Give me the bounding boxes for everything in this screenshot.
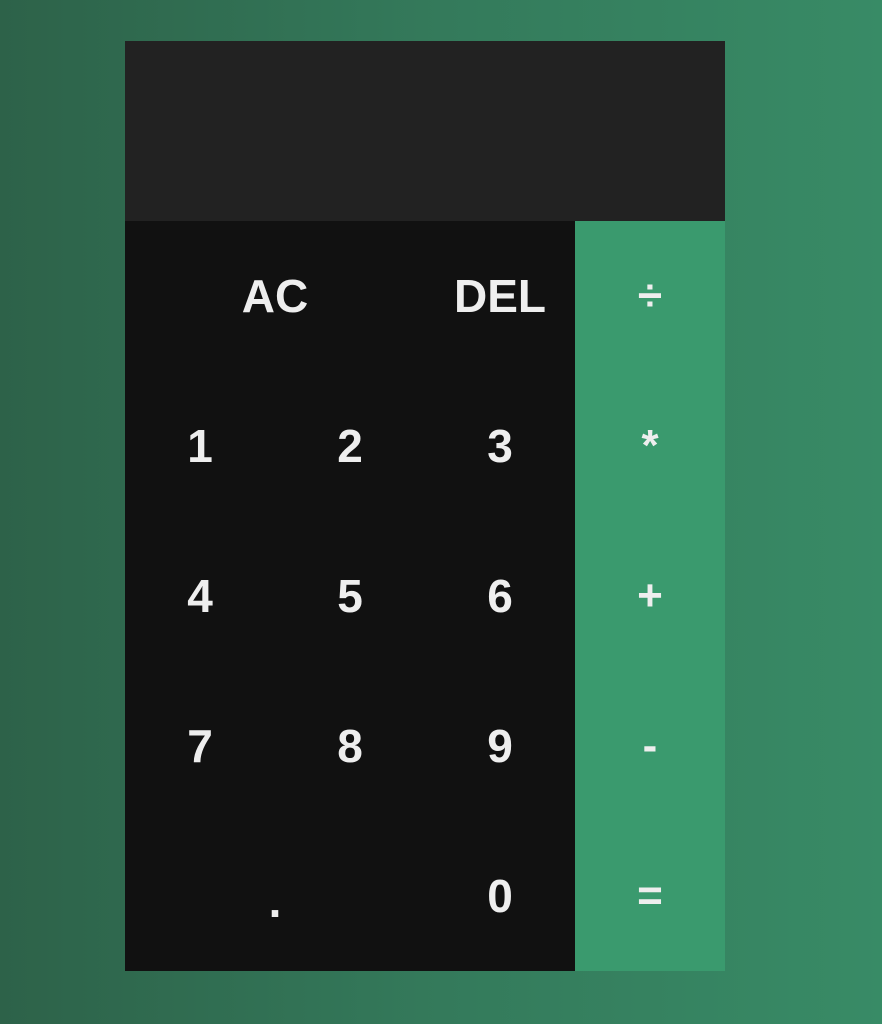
multiply-button[interactable]: * xyxy=(575,371,725,521)
digit-9-button[interactable]: 9 xyxy=(425,671,575,821)
delete-button[interactable]: DEL xyxy=(425,221,575,371)
equals-button[interactable]: = xyxy=(575,821,725,971)
digit-4-button[interactable]: 4 xyxy=(125,521,275,671)
digit-8-button[interactable]: 8 xyxy=(275,671,425,821)
digit-5-button[interactable]: 5 xyxy=(275,521,425,671)
subtract-button[interactable]: - xyxy=(575,671,725,821)
keypad: AC DEL ÷ 1 2 3 * 4 5 6 + 7 8 9 - . 0 = xyxy=(125,221,725,971)
digit-3-button[interactable]: 3 xyxy=(425,371,575,521)
calculator: AC DEL ÷ 1 2 3 * 4 5 6 + 7 8 9 - . 0 = xyxy=(125,41,725,971)
digit-1-button[interactable]: 1 xyxy=(125,371,275,521)
all-clear-button[interactable]: AC xyxy=(125,221,425,371)
add-button[interactable]: + xyxy=(575,521,725,671)
calculator-display xyxy=(125,41,725,221)
decimal-point-button[interactable]: . xyxy=(125,821,425,971)
digit-7-button[interactable]: 7 xyxy=(125,671,275,821)
digit-2-button[interactable]: 2 xyxy=(275,371,425,521)
digit-0-button[interactable]: 0 xyxy=(425,821,575,971)
digit-6-button[interactable]: 6 xyxy=(425,521,575,671)
divide-button[interactable]: ÷ xyxy=(575,221,725,371)
